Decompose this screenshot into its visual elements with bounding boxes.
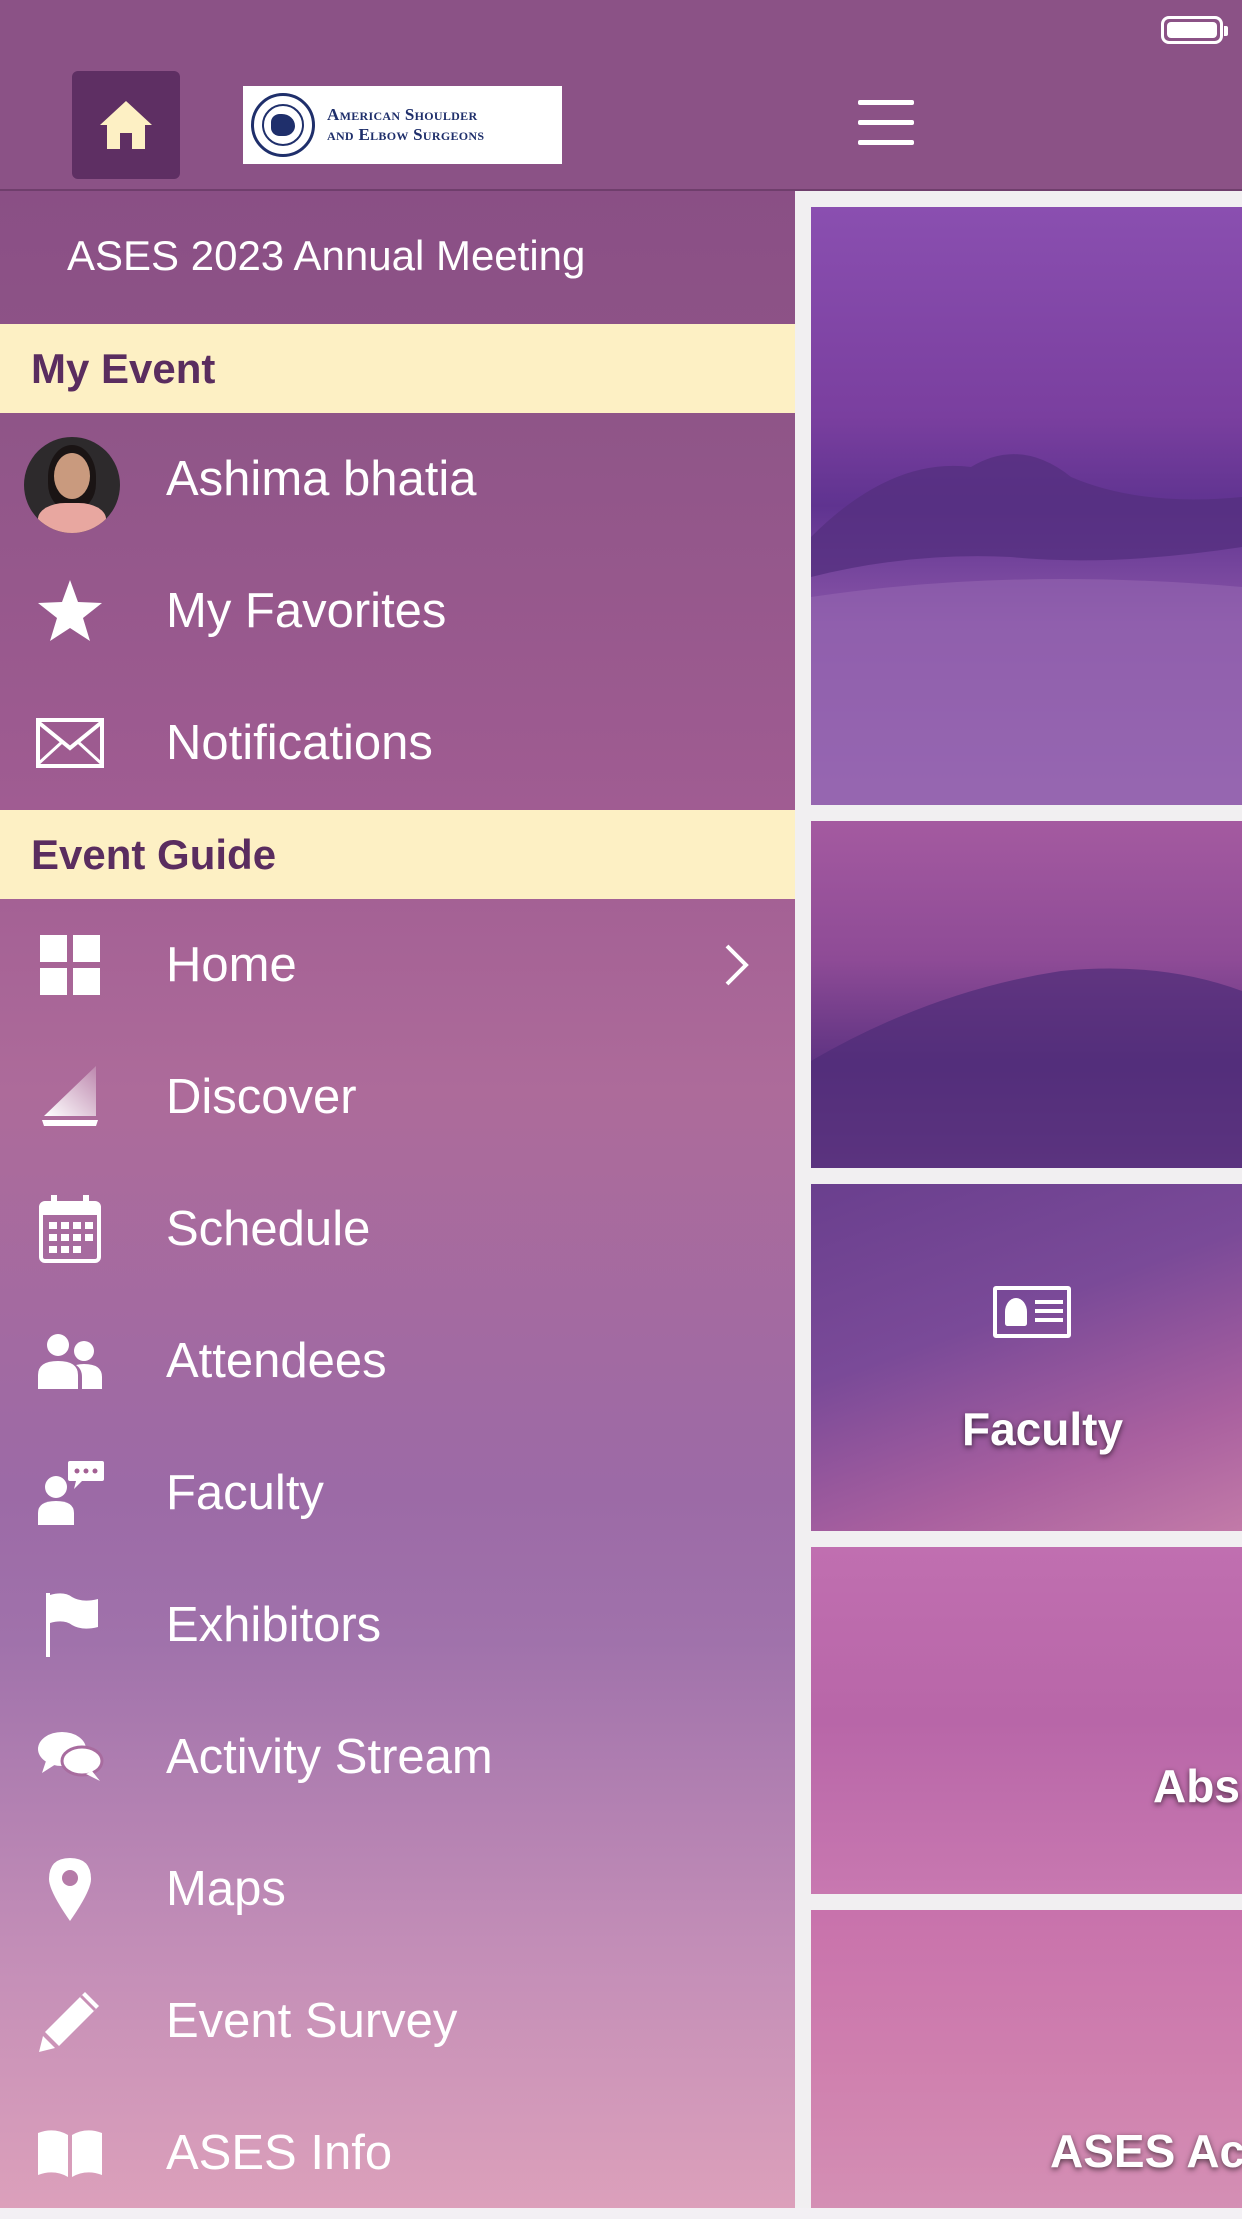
grid-icon [36, 931, 104, 999]
drawer-item-label: Notifications [166, 716, 433, 770]
home-tile-faculty[interactable]: Faculty [811, 1184, 1242, 1531]
home-icon [100, 101, 152, 149]
chat-bubbles-icon [36, 1723, 104, 1791]
people-icon [36, 1327, 104, 1395]
home-tile[interactable] [811, 207, 1242, 805]
avatar [24, 437, 120, 533]
drawer-item-my-favorites[interactable]: My Favorites [0, 545, 795, 677]
drawer-item-label: Exhibitors [166, 1598, 382, 1652]
home-tile[interactable]: Abs [811, 1547, 1242, 1894]
mountain-background [811, 454, 1242, 805]
tile-label: Abs [1153, 1760, 1240, 1812]
drawer-item-discover[interactable]: Discover [0, 1031, 795, 1163]
status-bar [0, 0, 1242, 60]
drawer-item-activity-stream[interactable]: Activity Stream [0, 1691, 795, 1823]
drawer-item-label: Activity Stream [166, 1730, 493, 1784]
drawer-item-exhibitors[interactable]: Exhibitors [0, 1559, 795, 1691]
section-header-event-guide: Event Guide [0, 810, 795, 899]
hamburger-menu-icon [858, 100, 914, 105]
mountain-background [811, 968, 1242, 1168]
drawer-item-notifications[interactable]: Notifications [0, 677, 795, 809]
chevron-right-icon [725, 944, 749, 986]
hamburger-menu-button[interactable] [858, 100, 914, 146]
drawer-item-label: Maps [166, 1862, 286, 1916]
star-icon [36, 577, 104, 645]
drawer-item-label: Schedule [166, 1202, 371, 1256]
envelope-icon [36, 709, 104, 777]
drawer-item-label: Ashima bhatia [166, 452, 477, 506]
section-header-my-event: My Event [0, 324, 795, 413]
drawer-item-label: My Favorites [166, 584, 447, 638]
drawer-item-label: Attendees [166, 1334, 387, 1388]
ases-seal-logo [251, 93, 315, 157]
event-title: ASES 2023 Annual Meeting [67, 232, 586, 279]
drawer-item-maps[interactable]: Maps [0, 1823, 795, 1955]
sail-icon [36, 1063, 104, 1131]
drawer-item-label: Discover [166, 1070, 357, 1124]
calendar-icon [36, 1195, 104, 1263]
home-tiles-panel: Faculty Abs ASES Ac [795, 191, 1242, 2208]
book-icon [36, 2119, 104, 2187]
logo-line-2: and Elbow Surgeons [327, 125, 485, 144]
drawer-item-label: Home [166, 938, 297, 992]
drawer-item-label: ASES Info [166, 2126, 393, 2180]
home-tile[interactable]: ASES Ac [811, 1910, 1242, 2208]
tile-label: ASES Ac [1050, 2125, 1242, 2177]
pencil-icon [36, 1987, 104, 2055]
drawer-item-attendees[interactable]: Attendees [0, 1295, 795, 1427]
drawer-item-schedule[interactable]: Schedule [0, 1163, 795, 1295]
drawer-item-ases-info[interactable]: ASES Info [0, 2087, 795, 2219]
ases-logo: American Shoulder and Elbow Surgeons [243, 86, 562, 164]
id-card-icon [993, 1286, 1071, 1338]
drawer-item-faculty[interactable]: Faculty [0, 1427, 795, 1559]
drawer-item-event-survey[interactable]: Event Survey [0, 1955, 795, 2087]
logo-line-1: American Shoulder [327, 105, 478, 124]
flag-icon [36, 1591, 104, 1659]
app-header: American Shoulder and Elbow Surgeons [0, 60, 1242, 191]
map-pin-icon [36, 1855, 104, 1923]
drawer-item-home[interactable]: Home [0, 899, 795, 1031]
home-button[interactable] [72, 71, 180, 179]
speaker-icon [36, 1459, 104, 1527]
drawer-item-label: Event Survey [166, 1994, 458, 2048]
drawer-item-profile[interactable]: Ashima bhatia [0, 413, 795, 545]
battery-icon [1161, 16, 1228, 44]
side-drawer: ASES 2023 Annual Meeting My Event Ashima… [0, 191, 795, 2208]
tile-label: Faculty [962, 1403, 1124, 1455]
drawer-item-label: Faculty [166, 1466, 324, 1520]
home-tile[interactable] [811, 821, 1242, 1168]
